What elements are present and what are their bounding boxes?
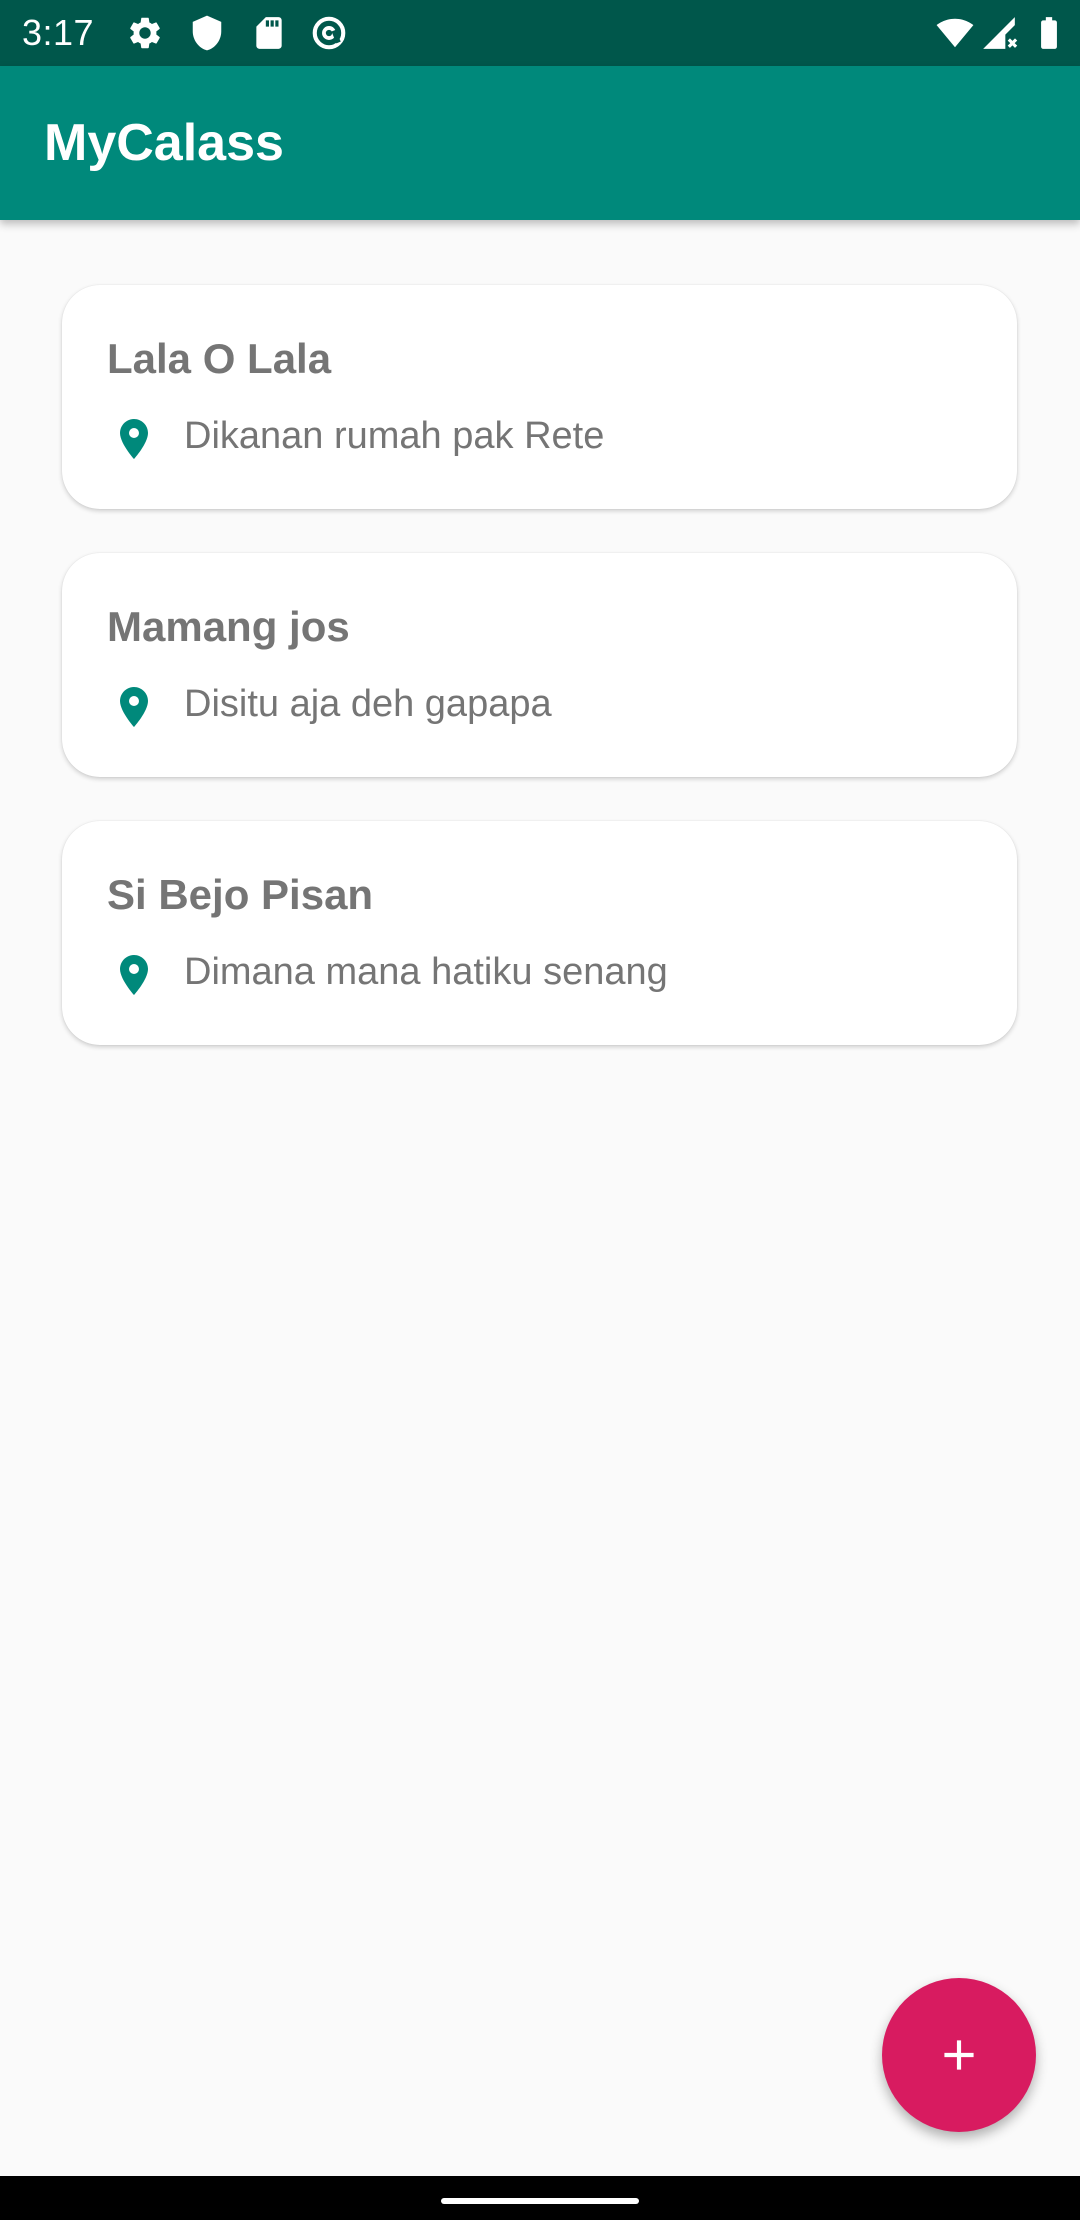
signal-icon	[983, 17, 1018, 49]
home-handle[interactable]	[441, 2198, 639, 2204]
item-location: Dimana mana hatiku senang	[184, 951, 668, 993]
battery-icon	[1041, 17, 1057, 49]
add-button[interactable]	[882, 1978, 1036, 2132]
item-location: Dikanan rumah pak Rete	[184, 415, 605, 457]
item-location: Disitu aja deh gapapa	[184, 683, 552, 725]
list-item[interactable]: Mamang jos Disitu aja deh gapapa	[62, 553, 1017, 777]
wifi-icon	[936, 18, 974, 48]
class-list: Lala O Lala Dikanan rumah pak Rete Maman…	[62, 285, 1017, 1089]
plus-icon	[944, 2040, 974, 2070]
shield-icon	[192, 15, 222, 51]
status-time: 3:17	[22, 12, 95, 53]
list-item[interactable]: Lala O Lala Dikanan rumah pak Rete	[62, 285, 1017, 509]
sd-card-icon	[256, 17, 282, 49]
location-pin-icon	[120, 687, 148, 727]
app-title: MyCalass	[44, 114, 284, 172]
item-name: Lala O Lala	[107, 335, 332, 382]
app-bar: MyCalass	[0, 66, 1080, 220]
at-sign-icon	[312, 16, 346, 50]
navigation-bar	[0, 2176, 1080, 2220]
status-bar: 3:17	[0, 0, 1080, 66]
location-pin-icon	[120, 955, 148, 995]
list-item[interactable]: Si Bejo Pisan Dimana mana hatiku senang	[62, 821, 1017, 1045]
item-name: Mamang jos	[107, 603, 350, 650]
gear-icon	[130, 17, 160, 49]
item-name: Si Bejo Pisan	[107, 871, 374, 918]
location-pin-icon	[120, 419, 148, 459]
